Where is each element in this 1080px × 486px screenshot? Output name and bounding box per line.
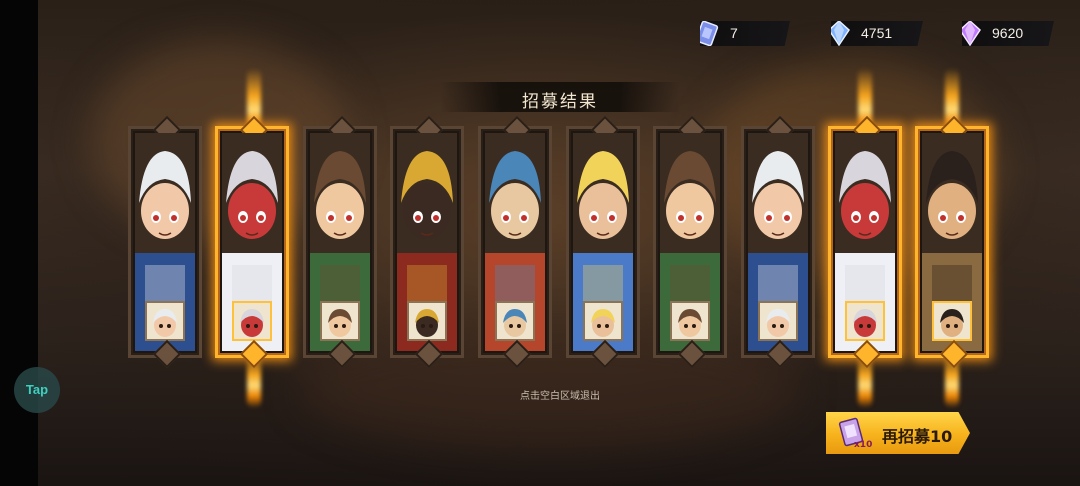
recruit-again-label: 再招募10 [882, 427, 953, 446]
ticket-icon: x10 [838, 417, 872, 449]
character-mini-badge [320, 301, 360, 341]
left-letterbox [0, 0, 38, 486]
character-mini-badge [145, 301, 185, 341]
character-mini-badge [495, 301, 535, 341]
character-card-blonde-fighter[interactable] [566, 115, 640, 369]
character-mini-badge [758, 301, 798, 341]
character-mini-badge [407, 301, 447, 341]
ticket-multiplier: x10 [854, 440, 872, 449]
character-card-silver-hair-mage[interactable] [215, 115, 289, 369]
character-card-cowboy-gunner[interactable] [303, 115, 377, 369]
character-mini-badge [845, 301, 885, 341]
recruit-result-screen[interactable]: 7 4751 9620 招募结果 点击空白区域退出 Tap x10 再招募10 [0, 0, 1080, 486]
ticket-counter: 7 [700, 21, 790, 46]
purple-crystal-amount: 9620 [992, 25, 1024, 41]
blue-crystal-counter: 4751 [831, 21, 923, 46]
purple-crystal-icon [962, 21, 981, 46]
purple-crystal-counter: 9620 [962, 21, 1054, 46]
character-card-golden-mask-warrior[interactable] [390, 115, 464, 369]
character-mini-badge [932, 301, 972, 341]
character-mini-badge [670, 301, 710, 341]
character-card-silver-hair-mage[interactable] [828, 115, 902, 369]
character-mini-badge [232, 301, 272, 341]
page-title: 招募结果 [522, 92, 598, 112]
ticket-count: 7 [730, 25, 738, 41]
tap-button[interactable]: Tap [14, 367, 60, 413]
character-card-egg-hat-boy[interactable] [128, 115, 202, 369]
blue-crystal-icon [831, 21, 850, 46]
character-mini-badge [583, 301, 623, 341]
character-card-cowboy-gunner[interactable] [653, 115, 727, 369]
blue-crystal-amount: 4751 [861, 25, 893, 41]
character-card-egg-hat-boy[interactable] [741, 115, 815, 369]
character-card-top-hat-gambler[interactable] [915, 115, 989, 369]
exit-hint: 点击空白区域退出 [520, 391, 600, 402]
ticket-icon [700, 21, 719, 46]
character-card-bearded-pirate[interactable] [478, 115, 552, 369]
recruit-again-button[interactable]: x10 再招募10 [826, 412, 970, 454]
title-banner: 招募结果 [440, 82, 680, 112]
